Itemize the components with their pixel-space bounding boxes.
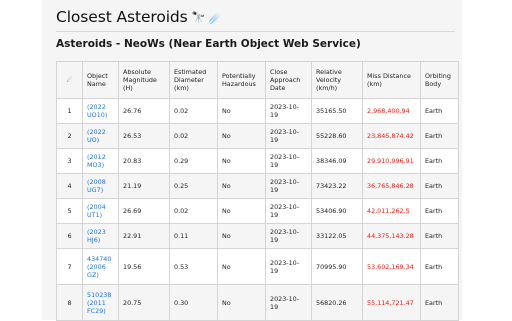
hazardous-cell: No [217,98,266,124]
miss-distance-cell: 29,910,996.91 [362,148,421,174]
hazardous-cell: No [217,148,266,174]
column-header-approach-date: Close Approach Date [265,61,312,99]
miss-distance-cell: 44,375,143.28 [362,223,421,249]
section-subtitle: Asteroids - NeoWs (Near Earth Object Web… [56,38,361,50]
table-row: 3 (2012 MO3) 20.83 0.29 No 2023-10-19 38… [56,148,459,174]
magnitude-cell: 19.56 [118,248,170,285]
diameter-cell: 0.02 [169,123,218,149]
approach-date-cell: 2023-10-19 [265,98,312,124]
main-panel: Closest Asteroids 🔭 ☄️ Asteroids - NeoWs … [42,0,462,321]
orbiting-body-cell: Earth [420,98,459,124]
object-name-link[interactable]: (2023 HJ6) [82,223,119,249]
orbiting-body-cell: Earth [420,173,459,199]
object-name-link[interactable]: (2022 UO10) [82,98,119,124]
diameter-cell: 0.02 [169,98,218,124]
row-index: 5 [56,198,83,224]
magnitude-cell: 26.53 [118,123,170,149]
object-name-link[interactable]: (2004 UT1) [82,198,119,224]
approach-date-cell: 2023-10-19 [265,123,312,149]
diameter-cell: 0.25 [169,173,218,199]
row-index: 6 [56,223,83,249]
diameter-cell: 0.30 [169,284,218,321]
object-name-link[interactable]: 434740 (2006 GZ) [82,248,119,285]
velocity-cell: 56820.26 [311,284,363,321]
approach-date-cell: 2023-10-19 [265,248,312,285]
velocity-cell: 55228.60 [311,123,363,149]
magnitude-cell: 21.19 [118,173,170,199]
asteroids-table: ☄ Object Name Absolute Magnitude (H) Est… [56,61,459,321]
table-row: 5 (2004 UT1) 26.69 0.02 No 2023-10-19 53… [56,198,459,224]
table-row: 8 510238 (2011 FC29) 20.75 0.30 No 2023-… [56,284,459,321]
table-header-row: ☄ Object Name Absolute Magnitude (H) Est… [56,61,459,99]
column-header-magnitude: Absolute Magnitude (H) [118,61,170,99]
hazardous-cell: No [217,223,266,249]
row-index: 7 [56,248,83,285]
hazardous-cell: No [217,173,266,199]
orbiting-body-cell: Earth [420,198,459,224]
row-index: 1 [56,98,83,124]
velocity-cell: 33122.05 [311,223,363,249]
object-name-link[interactable]: (2022 UO) [82,123,119,149]
magnitude-cell: 20.75 [118,284,170,321]
magnitude-cell: 22.91 [118,223,170,249]
orbiting-body-cell: Earth [420,148,459,174]
miss-distance-cell: 36,765,846.28 [362,173,421,199]
velocity-cell: 73423.22 [311,173,363,199]
page-title-text: Closest Asteroids [56,8,188,26]
orbiting-body-cell: Earth [420,223,459,249]
miss-distance-cell: 42,011,262.5 [362,198,421,224]
diameter-cell: 0.29 [169,148,218,174]
approach-date-cell: 2023-10-19 [265,173,312,199]
diameter-cell: 0.11 [169,223,218,249]
approach-date-cell: 2023-10-19 [265,284,312,321]
diameter-cell: 0.53 [169,248,218,285]
velocity-cell: 70995.90 [311,248,363,285]
table-row: 6 (2023 HJ6) 22.91 0.11 No 2023-10-19 33… [56,223,459,249]
miss-distance-cell: 2,968,400.94 [362,98,421,124]
object-name-link[interactable]: 510238 (2011 FC29) [82,284,119,321]
miss-distance-cell: 23,845,874.42 [362,123,421,149]
column-header-diameter: Estimated Diameter (km) [169,61,218,99]
magnitude-cell: 26.76 [118,98,170,124]
hazardous-cell: No [217,248,266,285]
row-index: 8 [56,284,83,321]
row-index: 4 [56,173,83,199]
velocity-cell: 35165.50 [311,98,363,124]
page-title: Closest Asteroids 🔭 ☄️ [56,8,222,26]
comet-icon: ☄ [56,61,83,99]
magnitude-cell: 26.69 [118,198,170,224]
telescope-comet-icon: 🔭 ☄️ [191,11,223,24]
hazardous-cell: No [217,123,266,149]
hazardous-cell: No [217,284,266,321]
orbiting-body-cell: Earth [420,123,459,149]
column-header-object-name: Object Name [82,61,119,99]
table-row: 1 (2022 UO10) 26.76 0.02 No 2023-10-19 3… [56,98,459,124]
approach-date-cell: 2023-10-19 [265,223,312,249]
column-header-miss-distance: Miss Distance (km) [362,61,421,99]
column-header-orbiting-body: Orbiting Body [420,61,459,99]
row-index: 3 [56,148,83,174]
row-index: 2 [56,123,83,149]
title-divider [56,31,455,32]
orbiting-body-cell: Earth [420,284,459,321]
miss-distance-cell: 53,602,169.34 [362,248,421,285]
velocity-cell: 38346.09 [311,148,363,174]
table-row: 7 434740 (2006 GZ) 19.56 0.53 No 2023-10… [56,248,459,285]
velocity-cell: 53406.90 [311,198,363,224]
miss-distance-cell: 55,114,721.47 [362,284,421,321]
column-header-velocity: Relative Velocity (km/h) [311,61,363,99]
approach-date-cell: 2023-10-19 [265,148,312,174]
orbiting-body-cell: Earth [420,248,459,285]
hazardous-cell: No [217,198,266,224]
table-row: 2 (2022 UO) 26.53 0.02 No 2023-10-19 552… [56,123,459,149]
approach-date-cell: 2023-10-19 [265,198,312,224]
column-header-hazardous: Potentially Hazardous [217,61,266,99]
table-row: 4 (2008 UG7) 21.19 0.25 No 2023-10-19 73… [56,173,459,199]
object-name-link[interactable]: (2012 MO3) [82,148,119,174]
magnitude-cell: 20.83 [118,148,170,174]
diameter-cell: 0.02 [169,198,218,224]
object-name-link[interactable]: (2008 UG7) [82,173,119,199]
